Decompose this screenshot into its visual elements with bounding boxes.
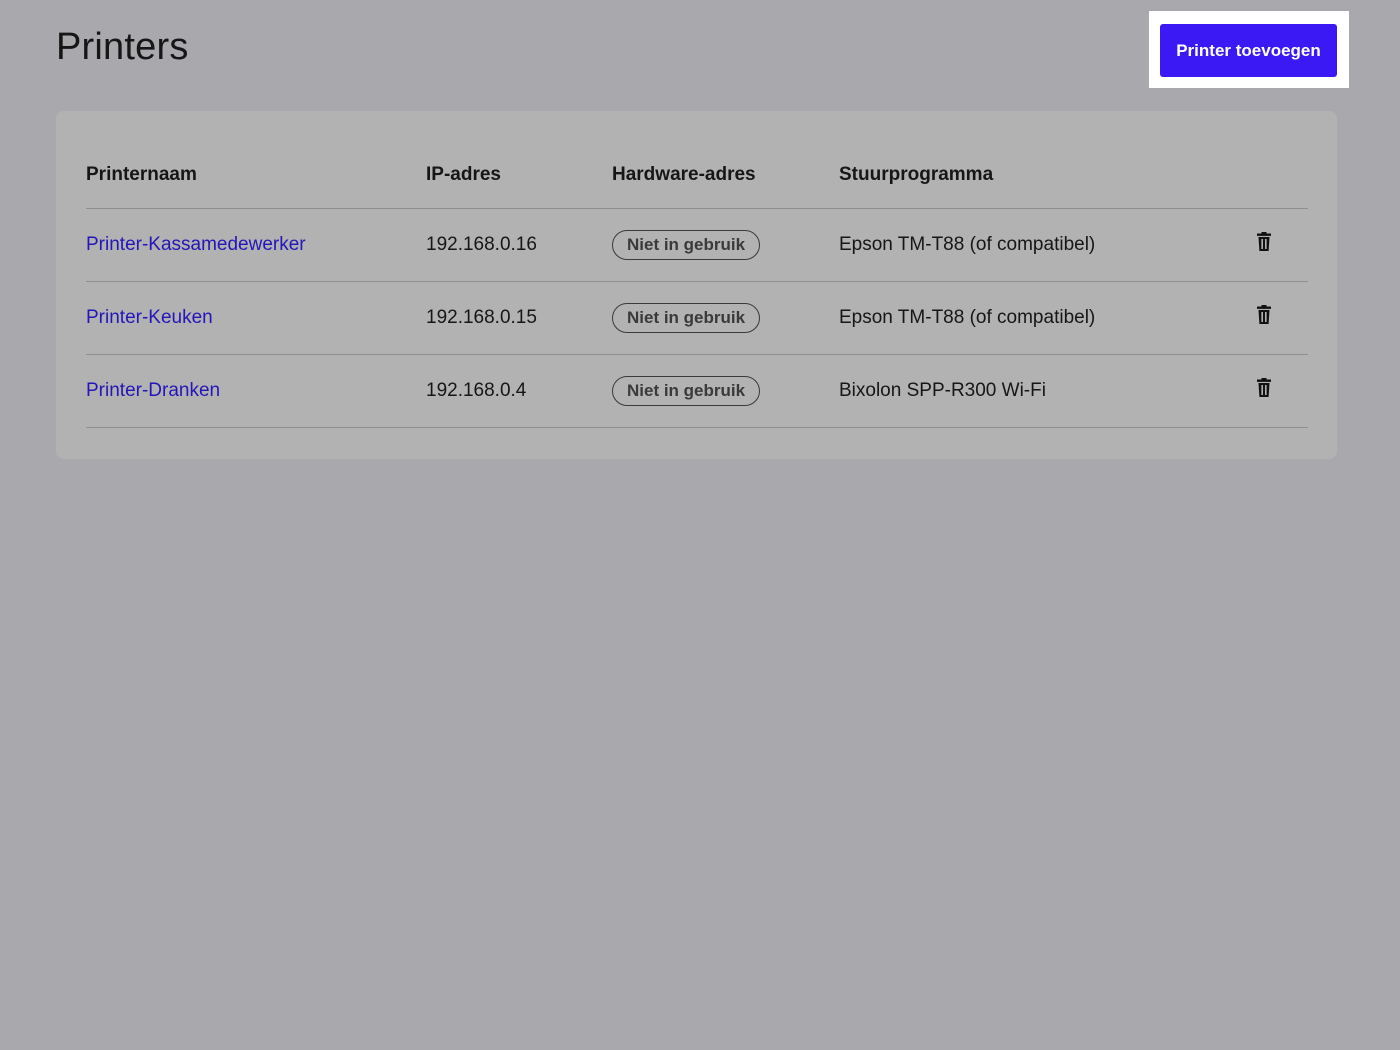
actions-cell <box>1239 354 1308 428</box>
column-header-hardware-address: Hardware-adres <box>612 141 839 209</box>
hardware-address-cell: Niet in gebruik <box>612 208 839 282</box>
column-header-printer-name: Printernaam <box>86 141 426 209</box>
status-badge: Niet in gebruik <box>612 303 761 333</box>
page-title: Printers <box>56 26 189 68</box>
trash-icon[interactable] <box>1252 303 1276 327</box>
ip-address-cell: 192.168.0.4 <box>426 354 612 428</box>
status-badge: Niet in gebruik <box>612 230 761 260</box>
printer-name-cell: Printer-Kassamedewerker <box>86 208 426 282</box>
status-badge: Niet in gebruik <box>612 376 761 406</box>
printer-name-cell: Printer-Dranken <box>86 354 426 428</box>
trash-icon[interactable] <box>1252 376 1276 400</box>
actions-cell <box>1239 281 1308 355</box>
table-row: Printer-Dranken 192.168.0.4 Niet in gebr… <box>86 354 1308 428</box>
printer-name-cell: Printer-Keuken <box>86 281 426 355</box>
actions-cell <box>1239 208 1308 282</box>
printers-table: Printernaam IP-adres Hardware-adres Stuu… <box>86 141 1308 428</box>
printer-name-link[interactable]: Printer-Dranken <box>86 380 220 401</box>
ip-address-cell: 192.168.0.15 <box>426 281 612 355</box>
table-header-row: Printernaam IP-adres Hardware-adres Stuu… <box>86 141 1308 209</box>
table-row: Printer-Kassamedewerker 192.168.0.16 Nie… <box>86 208 1308 282</box>
column-header-ip-address: IP-adres <box>426 141 612 209</box>
driver-cell: Bixolon SPP-R300 Wi-Fi <box>839 354 1239 428</box>
ip-address-cell: 192.168.0.16 <box>426 208 612 282</box>
trash-icon[interactable] <box>1252 230 1276 254</box>
table-row: Printer-Keuken 192.168.0.15 Niet in gebr… <box>86 281 1308 355</box>
printer-name-link[interactable]: Printer-Kassamedewerker <box>86 234 306 255</box>
column-header-actions <box>1239 141 1308 209</box>
hardware-address-cell: Niet in gebruik <box>612 281 839 355</box>
printer-name-link[interactable]: Printer-Keuken <box>86 307 213 328</box>
column-header-driver: Stuurprogramma <box>839 141 1239 209</box>
printers-card: Printernaam IP-adres Hardware-adres Stuu… <box>56 111 1337 459</box>
driver-cell: Epson TM-T88 (of compatibel) <box>839 281 1239 355</box>
driver-cell: Epson TM-T88 (of compatibel) <box>839 208 1239 282</box>
hardware-address-cell: Niet in gebruik <box>612 354 839 428</box>
add-printer-button[interactable]: Printer toevoegen <box>1160 24 1337 77</box>
